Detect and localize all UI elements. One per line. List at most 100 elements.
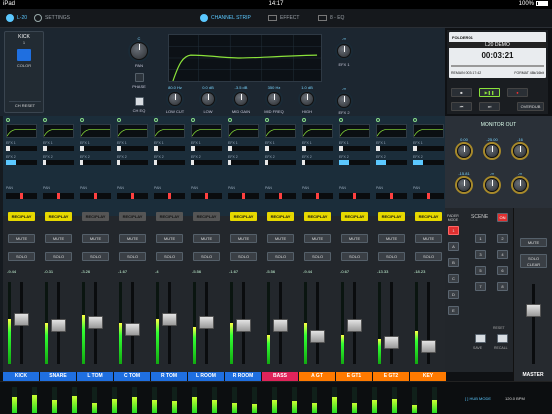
strip-power-icon[interactable] (154, 118, 158, 122)
strip-efx1-level[interactable] (302, 146, 333, 151)
rec-play-button[interactable]: REC/PLAY (304, 212, 331, 221)
solo-button[interactable]: SOLO (193, 252, 220, 261)
efx2-knob[interactable] (337, 94, 351, 108)
channel-fader[interactable] (236, 319, 251, 333)
strip-pan-slider[interactable] (80, 193, 111, 199)
efx1-knob[interactable] (337, 44, 351, 58)
strip-pan-slider[interactable] (302, 193, 333, 199)
channel-label-2[interactable]: SNARE (40, 372, 76, 381)
settings-tab[interactable]: SETTINGS (34, 12, 70, 24)
strip-efx2-level[interactable] (43, 160, 74, 165)
channel-fader[interactable] (347, 319, 362, 333)
strip-efx1-level[interactable] (80, 146, 111, 151)
strip-eq-preview[interactable] (302, 124, 333, 138)
mute-button[interactable]: MUTE (156, 234, 183, 243)
solo-button[interactable]: SOLO (156, 252, 183, 261)
strip-power-icon[interactable] (117, 118, 121, 122)
rec-play-button[interactable]: REC/PLAY (45, 212, 72, 221)
channel-label-9[interactable]: A GT (299, 372, 335, 381)
rec-play-button[interactable]: REC/PLAY (8, 212, 35, 221)
recall-button[interactable] (497, 334, 508, 343)
channel-label-5[interactable]: R TOM (151, 372, 187, 381)
mid-freq-knob[interactable] (267, 92, 281, 106)
strip-efx1-level[interactable] (6, 146, 37, 151)
app-tab[interactable]: L-20 (6, 12, 27, 24)
channel-label-12[interactable]: KEY (410, 372, 446, 381)
mid-gain-knob[interactable] (234, 92, 248, 106)
strip-efx2-level[interactable] (191, 160, 222, 165)
strip-efx1-level[interactable] (43, 146, 74, 151)
strip-pan-slider[interactable] (43, 193, 74, 199)
strip-efx2-level[interactable] (265, 160, 296, 165)
rec-play-button[interactable]: REC/PLAY (230, 212, 257, 221)
strip-efx2-level[interactable] (228, 160, 259, 165)
channel-fader[interactable] (273, 319, 288, 333)
channel-fader[interactable] (384, 336, 399, 350)
channel-fader[interactable] (125, 322, 140, 336)
fader-mode-c[interactable]: C (448, 274, 459, 283)
channel-label-3[interactable]: L TOM (77, 372, 113, 381)
fader-mode-d[interactable]: D (448, 290, 459, 299)
strip-eq-preview[interactable] (43, 124, 74, 138)
rewind-button[interactable]: ⏮ (451, 102, 472, 111)
strip-pan-slider[interactable] (339, 193, 370, 199)
mute-button[interactable]: MUTE (415, 234, 442, 243)
strip-eq-preview[interactable] (413, 124, 444, 138)
rec-play-button[interactable]: REC/PLAY (341, 212, 368, 221)
mute-button[interactable]: MUTE (378, 234, 405, 243)
monitor-knob-4[interactable] (457, 178, 471, 192)
mute-button[interactable]: MUTE (119, 234, 146, 243)
channel-fader[interactable] (14, 312, 29, 326)
strip-efx2-level[interactable] (376, 160, 407, 165)
channel-fader[interactable] (51, 319, 66, 333)
strip-efx2-level[interactable] (413, 160, 444, 165)
mute-button[interactable]: MUTE (82, 234, 109, 243)
strip-eq-preview[interactable] (80, 124, 111, 138)
scene-on-button[interactable]: ON (497, 213, 508, 222)
phase-button[interactable] (135, 73, 144, 82)
channel-label-1[interactable]: KICK (3, 372, 39, 381)
strip-power-icon[interactable] (6, 118, 10, 122)
monitor-knob-6[interactable] (513, 178, 527, 192)
fader-mode-e[interactable]: E (448, 306, 459, 315)
play-button[interactable]: ▶❚❚ (479, 88, 500, 97)
strip-eq-preview[interactable] (376, 124, 407, 138)
mute-button[interactable]: MUTE (341, 234, 368, 243)
bpm-display[interactable]: 120.0 BPM (505, 396, 525, 401)
channel-fader[interactable] (199, 316, 214, 329)
channel-label-6[interactable]: L ROOM (188, 372, 224, 381)
strip-pan-slider[interactable] (413, 193, 444, 199)
solo-button[interactable]: SOLO (82, 252, 109, 261)
color-swatch[interactable] (17, 49, 31, 61)
scene-button-8[interactable]: 8 (497, 282, 508, 291)
strip-power-icon[interactable] (339, 118, 343, 122)
channel-label-7[interactable]: R ROOM (225, 372, 261, 381)
high-knob[interactable] (300, 92, 314, 106)
strip-power-icon[interactable] (80, 118, 84, 122)
hub-mode[interactable]: [ ] HUB MODE (465, 396, 491, 401)
scene-button-2[interactable]: 2 (497, 234, 508, 243)
strip-eq-preview[interactable] (154, 124, 185, 138)
strip-eq-preview[interactable] (228, 124, 259, 138)
strip-eq-preview[interactable] (117, 124, 148, 138)
strip-efx2-level[interactable] (117, 160, 148, 165)
scene-button-4[interactable]: 4 (497, 250, 508, 259)
solo-button[interactable]: SOLO (304, 252, 331, 261)
strip-pan-slider[interactable] (376, 193, 407, 199)
strip-efx2-level[interactable] (302, 160, 333, 165)
strip-power-icon[interactable] (265, 118, 269, 122)
strip-pan-slider[interactable] (191, 193, 222, 199)
save-button[interactable] (475, 334, 486, 343)
low-cut-knob[interactable] (168, 92, 182, 106)
strip-power-icon[interactable] (302, 118, 306, 122)
strip-power-icon[interactable] (376, 118, 380, 122)
scene-button-7[interactable]: 7 (475, 282, 486, 291)
scene-button-5[interactable]: 5 (475, 266, 486, 275)
strip-pan-slider[interactable] (117, 193, 148, 199)
ch-eq-button[interactable] (135, 97, 144, 106)
channel-fader[interactable] (421, 339, 436, 353)
monitor-knob-3[interactable] (513, 144, 527, 158)
strip-pan-slider[interactable] (228, 193, 259, 199)
position-bar[interactable] (451, 65, 544, 67)
strip-efx1-level[interactable] (376, 146, 407, 151)
